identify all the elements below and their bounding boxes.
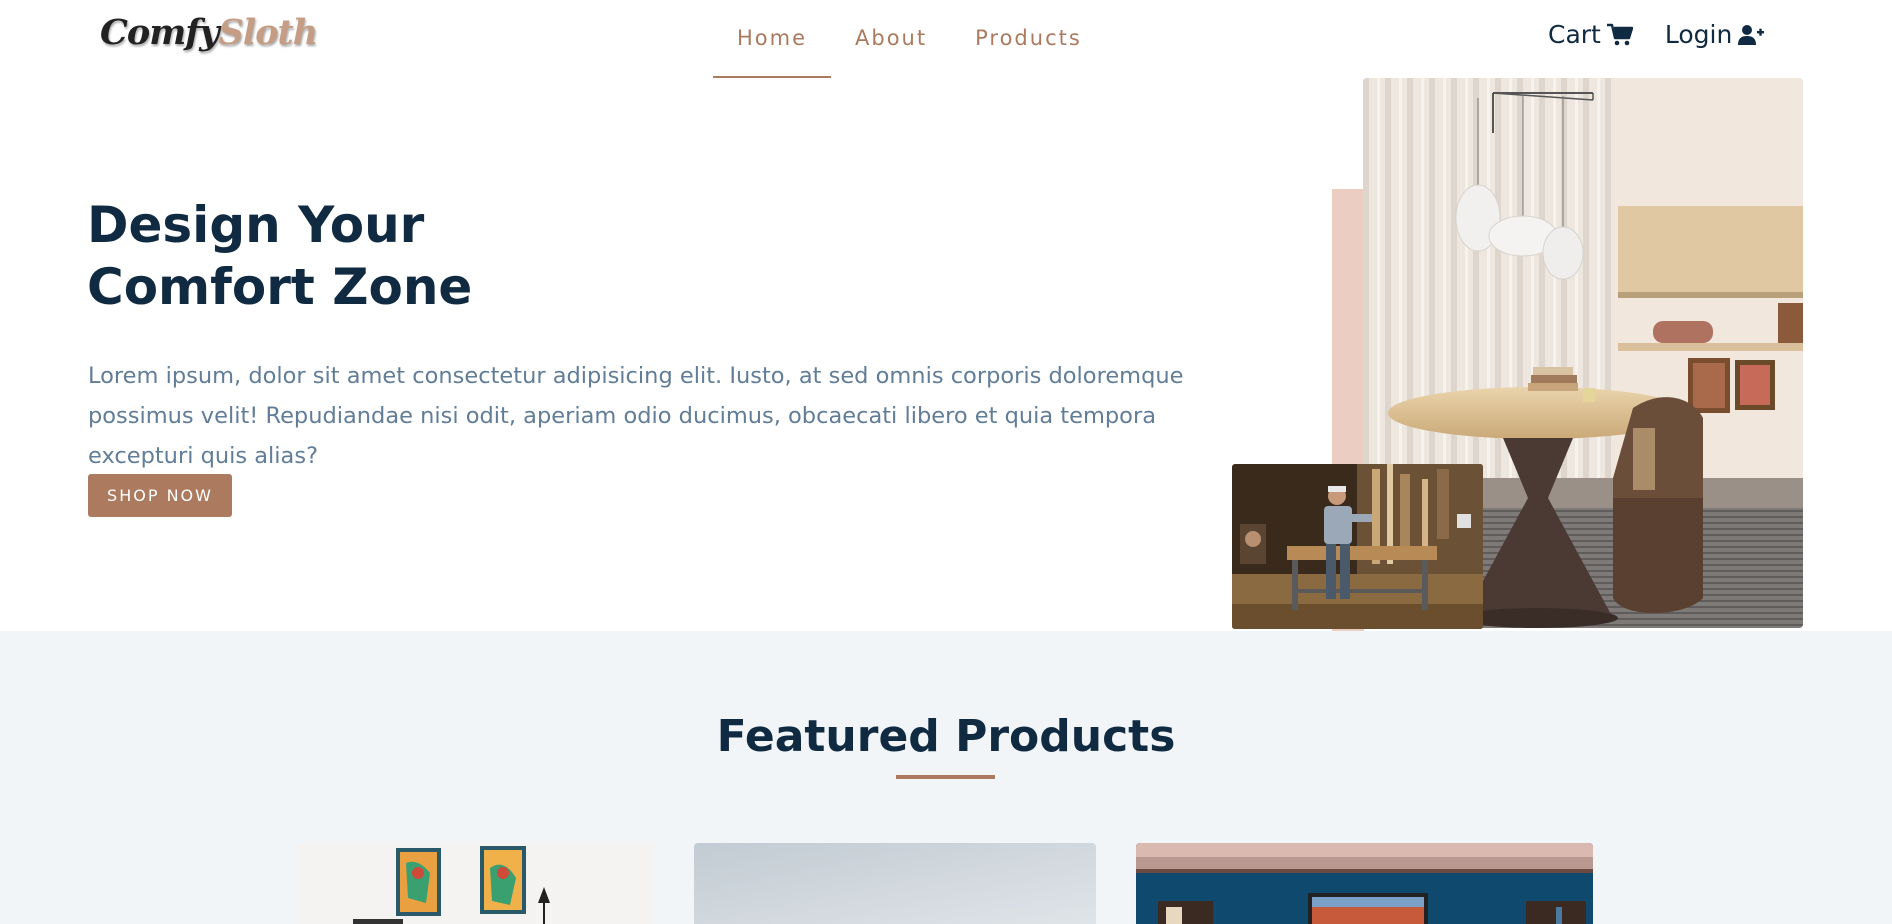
nav-link-about[interactable]: About bbox=[831, 0, 951, 78]
brand-logo[interactable]: ComfySloth bbox=[100, 12, 319, 53]
brand-logo-part1: Comfy bbox=[100, 12, 220, 53]
cart-icon bbox=[1606, 23, 1633, 45]
featured-title-underline bbox=[896, 775, 995, 779]
nav-link-home[interactable]: Home bbox=[713, 0, 832, 78]
nav-links: Home About Products bbox=[713, 0, 1106, 78]
shop-now-button[interactable]: SHOP NOW bbox=[88, 474, 232, 517]
navbar: ComfySloth Home About Products Cart Logi… bbox=[0, 0, 1892, 78]
hero-carpenter-image bbox=[1232, 464, 1483, 629]
hero-description: Lorem ipsum, dolor sit amet consectetur … bbox=[88, 363, 1184, 469]
nav-link-products[interactable]: Products bbox=[951, 0, 1106, 78]
user-plus-icon bbox=[1738, 24, 1765, 45]
hero-title-line2: Comfort Zone bbox=[87, 258, 473, 316]
brand-logo-part2: Sloth bbox=[218, 12, 319, 53]
featured-section: Featured Products bbox=[0, 631, 1892, 924]
product-card-image-3[interactable] bbox=[1136, 843, 1593, 924]
cart-label: Cart bbox=[1548, 20, 1601, 49]
hero-title: Design Your Comfort Zone bbox=[87, 194, 587, 318]
cart-button[interactable]: Cart bbox=[1548, 20, 1633, 49]
nav-actions: Cart Login bbox=[1548, 20, 1765, 49]
hero-title-line1: Design Your bbox=[87, 196, 425, 254]
login-label: Login bbox=[1664, 20, 1733, 49]
login-button[interactable]: Login bbox=[1664, 20, 1765, 49]
product-card-image-1[interactable] bbox=[298, 843, 654, 924]
product-card-image-2[interactable] bbox=[694, 843, 1096, 924]
featured-title: Featured Products bbox=[716, 711, 1176, 762]
